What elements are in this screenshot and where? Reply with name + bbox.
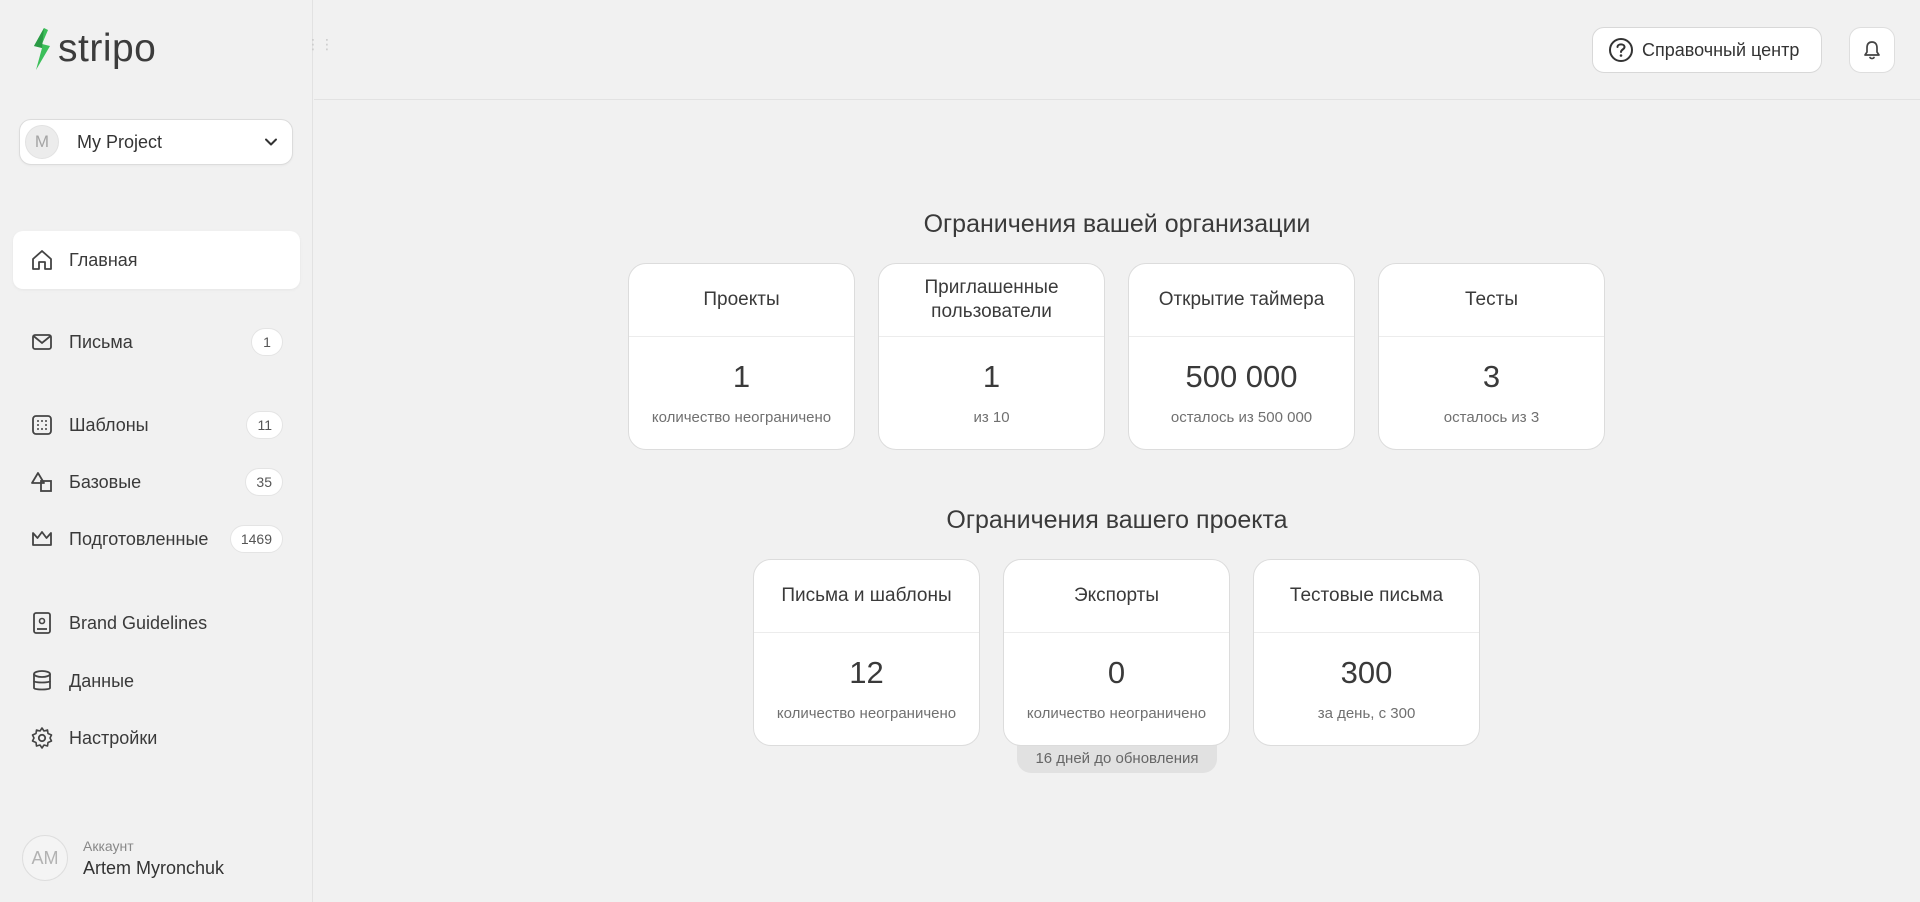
logo-text: stripo [58, 27, 157, 70]
sidebar: stripo ⋮⋮ M My Project Главная Письма 1 … [0, 0, 334, 902]
card-title: Приглашенные пользователи [879, 264, 1104, 337]
count-badge: 1 [251, 328, 283, 356]
shapes-icon [30, 470, 54, 494]
card-subtitle: осталось из 3 [1443, 409, 1540, 426]
gear-icon [30, 726, 54, 750]
templates-icon [30, 413, 54, 437]
project-limits-title: Ограничения вашего проекта [946, 506, 1288, 534]
stripo-logo[interactable]: stripo [30, 26, 156, 72]
card-subtitle: количество неограничено [1026, 705, 1207, 722]
limit-card-timer-opens: Открытие таймера 500 000 осталось из 500… [1128, 263, 1355, 450]
sidebar-item-label: Brand Guidelines [69, 612, 208, 633]
account-menu[interactable]: AM Аккаунт Artem Myronchuk [22, 835, 224, 881]
sidebar-item-letters[interactable]: Письма 1 [13, 313, 300, 371]
count-badge: 1469 [229, 525, 283, 553]
database-icon [30, 669, 54, 693]
card-value: 1 [982, 359, 1001, 394]
chevron-down-icon [265, 138, 277, 146]
card-title: Экспорты [1004, 560, 1229, 633]
stripo-logo-icon [34, 28, 50, 70]
card-subtitle: из 10 [973, 409, 1010, 426]
help-icon [1609, 38, 1633, 62]
sidebar-item-data[interactable]: Данные [13, 652, 300, 710]
notifications-button[interactable] [1849, 27, 1895, 73]
limit-card-letters-templates: Письма и шаблоны 12 количество неогранич… [753, 559, 980, 746]
count-badge: 11 [246, 411, 283, 439]
sidebar-item-label: Письма [69, 331, 133, 352]
card-subtitle: количество неограничено [651, 409, 832, 426]
limit-card-invited-users: Приглашенные пользователи 1 из 10 [878, 263, 1105, 450]
card-value: 1 [732, 359, 751, 394]
mail-icon [30, 330, 54, 354]
limit-card-projects: Проекты 1 количество неограничено [628, 263, 855, 450]
card-value: 500 000 [1185, 359, 1298, 394]
account-avatar: AM [22, 835, 68, 881]
sidebar-item-label: Шаблоны [69, 414, 149, 435]
help-center-label: Справочный центр [1642, 39, 1800, 60]
card-value: 300 [1340, 655, 1393, 690]
sidebar-item-templates[interactable]: Шаблоны 11 [13, 396, 300, 454]
card-value: 12 [849, 655, 884, 690]
sidebar-item-basic[interactable]: Базовые 35 [13, 453, 300, 511]
sidebar-item-settings[interactable]: Настройки [13, 709, 300, 767]
card-title: Тесты [1379, 264, 1604, 337]
card-value: 3 [1482, 359, 1501, 394]
project-name: My Project [77, 131, 163, 152]
update-note: 16 дней до обновления [1017, 743, 1217, 773]
account-name: Artem Myronchuk [83, 857, 225, 878]
crown-icon [30, 527, 54, 551]
help-center-button[interactable]: Справочный центр [1592, 27, 1822, 73]
sidebar-item-prepared[interactable]: Подготовленные 1469 [13, 510, 300, 568]
sidebar-item-label: Настройки [69, 727, 158, 748]
card-subtitle: количество неограничено [776, 705, 957, 722]
card-subtitle: за день, с 300 [1317, 705, 1416, 722]
sidebar-item-label: Данные [69, 670, 135, 691]
limit-card-exports: Экспорты 0 количество неограничено [1003, 559, 1230, 746]
brand-book-icon [30, 611, 54, 635]
limit-card-test-emails: Тестовые письма 300 за день, с 300 [1253, 559, 1480, 746]
project-select[interactable]: M My Project [19, 119, 293, 165]
card-title: Проекты [629, 264, 854, 337]
sidebar-item-label: Главная [69, 249, 138, 270]
sidebar-item-home[interactable]: Главная [13, 231, 300, 289]
card-title: Тестовые письма [1254, 560, 1479, 633]
card-title: Открытие таймера [1129, 264, 1354, 337]
sidebar-item-brand-guidelines[interactable]: Brand Guidelines [13, 594, 300, 652]
project-avatar: M [25, 125, 59, 159]
sidebar-item-label: Подготовленные [69, 528, 209, 549]
card-title: Письма и шаблоны [754, 560, 979, 633]
home-icon [30, 248, 54, 272]
sidebar-item-label: Базовые [69, 471, 142, 492]
limit-card-tests: Тесты 3 осталось из 3 [1378, 263, 1605, 450]
bell-icon [1864, 41, 1880, 60]
org-limits-title: Ограничения вашей организации [923, 210, 1311, 238]
card-value: 0 [1107, 655, 1126, 690]
card-subtitle: осталось из 500 000 [1170, 409, 1313, 426]
account-caption: Аккаунт [83, 837, 134, 854]
count-badge: 35 [245, 468, 283, 496]
